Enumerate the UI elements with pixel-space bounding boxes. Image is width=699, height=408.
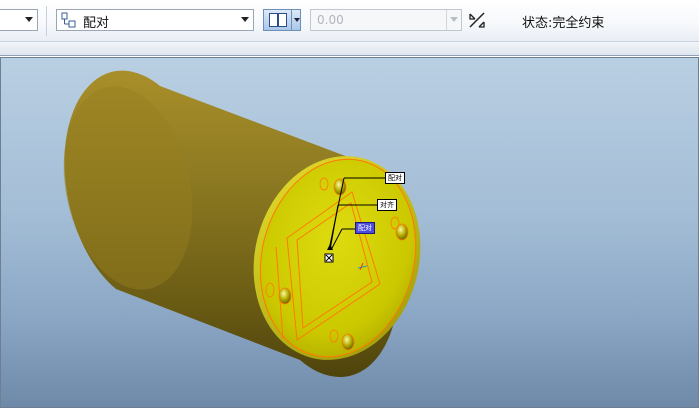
mounting-hole[interactable] (341, 333, 355, 351)
constraint-tag-align[interactable]: 对齐 (377, 199, 397, 211)
assembly-window: 配对 0.00 状态:完全约束 配对 对齐 配对 (0, 0, 699, 408)
mounting-hole[interactable] (278, 287, 292, 305)
mounting-hole[interactable] (333, 178, 347, 196)
mounting-hole[interactable] (395, 223, 409, 241)
constraint-tag-selected[interactable]: 配对 (355, 222, 375, 234)
constraint-tag-mate[interactable]: 配对 (385, 172, 405, 184)
cylinder-model[interactable] (0, 0, 699, 408)
